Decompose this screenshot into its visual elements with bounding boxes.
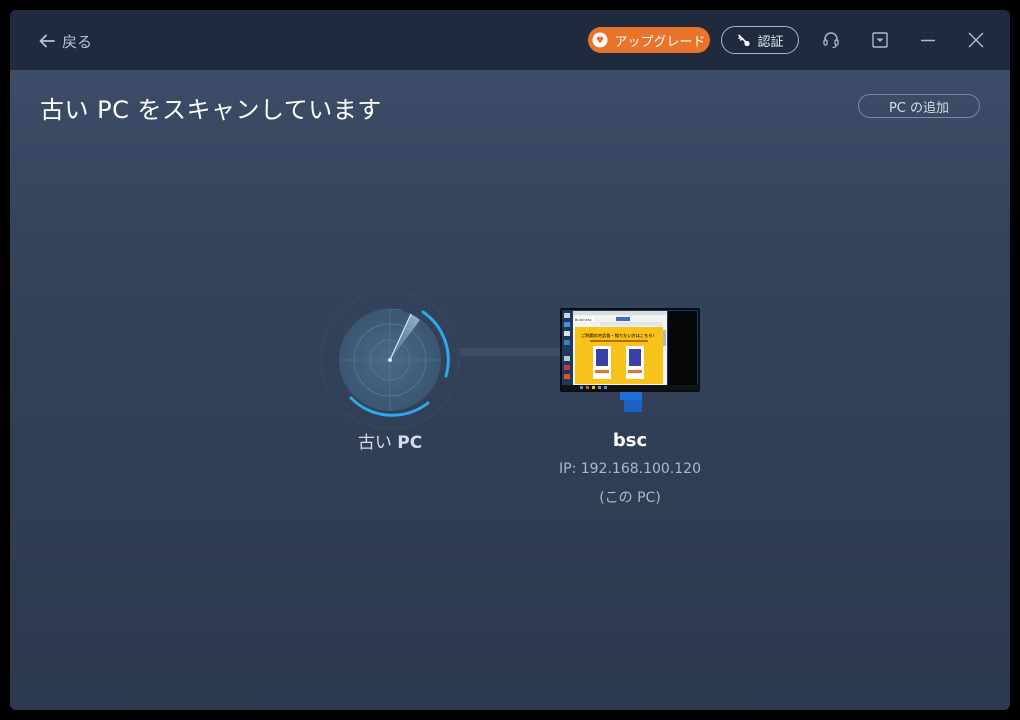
pc-name: bsc (612, 430, 648, 451)
monitor-icon: Buisiness ご利用の方広告・知りたい方はこちら！ (560, 308, 700, 416)
old-pc-suffix: PC (397, 433, 423, 453)
auth-label: 認証 (757, 34, 784, 50)
arrow-left-icon (38, 32, 56, 50)
add-pc-button[interactable]: PC の追加 (858, 94, 980, 118)
headset-icon[interactable] (819, 28, 843, 52)
close-icon[interactable] (964, 28, 988, 52)
minimize-icon[interactable] (916, 28, 940, 52)
diamond-icon (592, 32, 608, 48)
pc-ip-address: IP: 192.168.100.120 (559, 461, 701, 477)
upgrade-label: アップグレード (614, 34, 706, 50)
back-label: 戻る (62, 32, 93, 51)
page-title: 古い PC をスキャンしています (40, 96, 382, 124)
radar-icon (319, 289, 461, 431)
app-window: 戻る アップグレード 認証 古い PC をスキャンしています PC の追加 古い… (10, 10, 1010, 710)
old-pc-label: 古い PC (340, 428, 440, 453)
key-icon (736, 32, 752, 48)
connection-line (460, 348, 562, 356)
thumb-site-name: Buisiness (575, 318, 592, 322)
back-button[interactable]: 戻る (38, 30, 92, 52)
title-bar: 戻る アップグレード 認証 (10, 10, 1010, 70)
thumb-banner-text: ご利用の方広告・知りたい方はこちら！ (581, 332, 656, 339)
old-pc-prefix: 古い (357, 433, 392, 453)
this-pc-note: (この PC) (599, 490, 661, 506)
upgrade-button[interactable]: アップグレード (588, 27, 710, 53)
dropdown-menu-icon[interactable] (868, 28, 892, 52)
auth-button[interactable]: 認証 (721, 26, 799, 54)
